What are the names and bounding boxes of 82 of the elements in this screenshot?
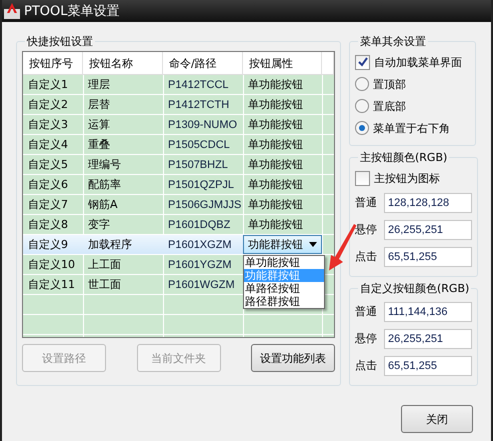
table-cell-text: 理编号 xyxy=(87,157,122,173)
table-cell-text: 单功能按钮 xyxy=(247,157,304,173)
table-cell-text: P1601YGZM xyxy=(167,258,233,272)
color-field[interactable]: 26,255,251 xyxy=(384,328,472,348)
field-label: 点击 xyxy=(355,249,378,264)
radio-button[interactable] xyxy=(355,99,369,113)
field-label: 悬停 xyxy=(355,331,378,346)
table-cell-text: 自定义4 xyxy=(27,137,69,153)
annotation-arrow xyxy=(328,224,357,271)
column-header: 按钮名称 xyxy=(83,52,163,75)
table-cell-text: 自定义7 xyxy=(27,197,69,213)
checkbox[interactable] xyxy=(355,170,370,186)
table-cell-text: 单功能按钮 xyxy=(247,197,304,213)
action-button[interactable]: 设置功能列表 xyxy=(251,344,335,372)
color-field[interactable]: 65,51,255 xyxy=(384,356,472,376)
color-field[interactable]: 65,51,255 xyxy=(384,246,472,266)
table-cell-text: 层替 xyxy=(87,97,111,113)
table-cell-text: 钢筋A xyxy=(87,197,119,213)
table-cell-text: P1507BHZL xyxy=(167,158,229,172)
table-cell-text: 上工面 xyxy=(87,257,122,273)
checkbox-label: 自动加载菜单界面 xyxy=(374,54,462,70)
table-cell-text: 单功能按钮 xyxy=(247,137,304,153)
table-cell-text: P1412TCTH xyxy=(167,98,230,112)
table-cell-text: 单功能按钮 xyxy=(247,177,304,193)
field-label: 悬停 xyxy=(355,222,378,237)
table-cell-text: 自定义1 xyxy=(27,77,69,93)
table-cell-text: 自定义11 xyxy=(27,277,76,293)
table-cell-text: 单功能按钮 xyxy=(247,117,304,133)
column-header: 按钮属性 xyxy=(243,52,322,75)
radio-button[interactable] xyxy=(355,77,369,91)
group-title: 自定义按钮颜色(RGB) xyxy=(359,281,470,296)
table-cell-text: 理层 xyxy=(87,77,111,93)
field-label: 普通 xyxy=(355,195,378,210)
table-cell: 自定义9 xyxy=(23,235,83,254)
checkbox-label: 主按钮为图标 xyxy=(374,170,440,186)
color-field[interactable]: 26,255,251 xyxy=(384,220,472,240)
caret-icon xyxy=(309,242,317,247)
table-cell-text: 单功能按钮 xyxy=(247,77,304,93)
table-cell-text: 重叠 xyxy=(87,137,111,153)
column-header: 命令/路径 xyxy=(163,52,243,75)
table-cell-text: 自定义3 xyxy=(27,117,69,133)
field-label: 普通 xyxy=(355,304,378,319)
radio-label: 置顶部 xyxy=(373,76,406,92)
table-cell-text: 运算 xyxy=(87,117,111,133)
table-cell-text: 单功能按钮 xyxy=(247,217,304,233)
close-button[interactable]: 关闭 xyxy=(401,405,473,433)
dropdown-option[interactable]: 单路径按钮 xyxy=(244,282,324,295)
table-cell-text: 自定义2 xyxy=(27,97,69,113)
color-field[interactable]: 128,128,128 xyxy=(384,192,472,212)
radio-label: 置底部 xyxy=(373,98,406,114)
app-logo-icon xyxy=(4,3,20,19)
field-label: 点击 xyxy=(355,358,378,373)
dropdown-option[interactable]: 单功能按钮 xyxy=(244,256,324,269)
table-cell-text: P1506GJMJJS xyxy=(167,198,242,212)
column-header xyxy=(322,52,334,75)
table-cell-text: P1309-NUMO xyxy=(167,118,238,132)
table-cell-text: 配筋率 xyxy=(87,177,122,193)
attribute-dropdown[interactable]: 功能群按钮 xyxy=(243,235,322,254)
table-cell-text: P1412TCCL xyxy=(167,78,230,92)
table-cell-text: P1505CDCL xyxy=(167,138,231,152)
column-header: 按钮序号 xyxy=(23,52,83,75)
table-cell-text: 自定义5 xyxy=(27,157,69,173)
table-cell: P1601XGZM xyxy=(163,235,243,254)
table-cell-text: 自定义8 xyxy=(27,217,69,233)
window-title: PTOOL菜单设置 xyxy=(24,3,120,20)
table-cell: 加载程序 xyxy=(83,235,163,254)
group-title: 菜单其余设置 xyxy=(359,34,427,49)
color-field[interactable]: 111,144,136 xyxy=(384,302,472,322)
table-cell-text: P1601WGZM xyxy=(167,278,236,292)
table-cell-text: 变字 xyxy=(87,217,111,233)
table-cell-text: 单功能按钮 xyxy=(247,97,304,113)
radio-label: 菜单置于右下角 xyxy=(373,120,450,136)
table-cell-text: 自定义6 xyxy=(27,177,69,193)
dropdown-option[interactable]: 路径群按钮 xyxy=(244,295,324,308)
checkbox[interactable] xyxy=(355,54,370,70)
group-title: 快捷按钮设置 xyxy=(26,34,94,49)
table-cell-text: 自定义10 xyxy=(27,257,76,273)
table-cell-text: P1601DQBZ xyxy=(167,218,232,232)
table-cell-text: 世工面 xyxy=(87,277,122,293)
radio-button[interactable] xyxy=(355,121,369,135)
table-cell-text: P1501QZPJL xyxy=(167,178,236,192)
group-title: 主按钮颜色(RGB) xyxy=(359,150,448,165)
